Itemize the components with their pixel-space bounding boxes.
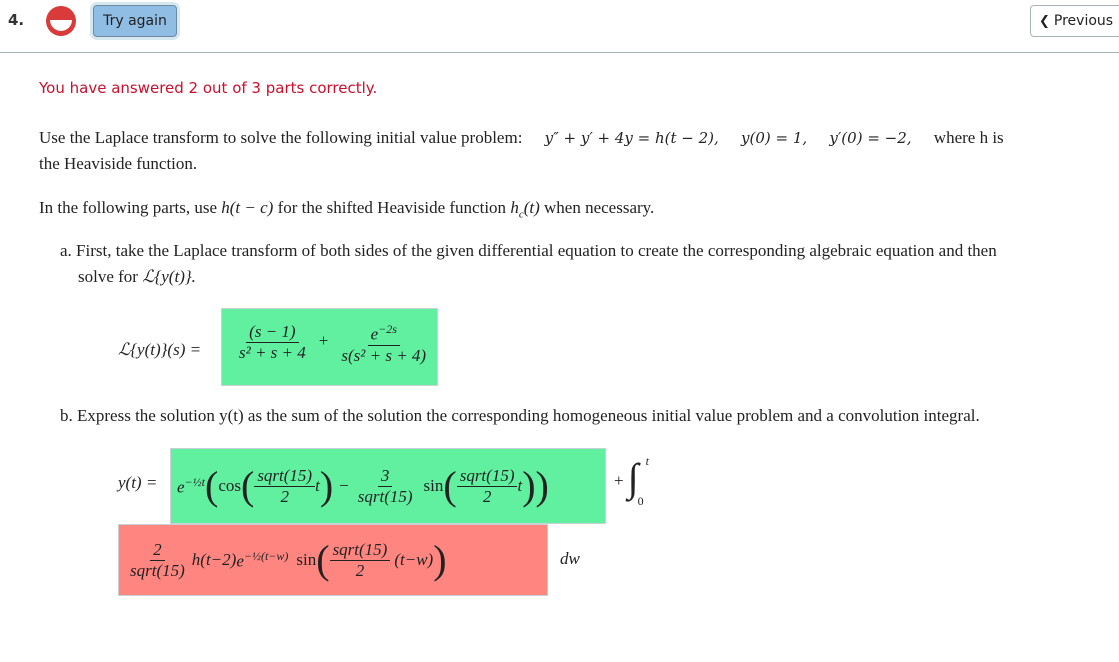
term1-numerator: (s − 1) bbox=[246, 322, 299, 343]
note-math-shifted: h(t − c) bbox=[221, 198, 274, 217]
part-a-prompt: a. First, take the Laplace transform of … bbox=[60, 238, 1110, 290]
integrand-answer-field[interactable]: 2 sqrt(15) h(t−2) e−½(t−w) sin ( sqrt(15… bbox=[118, 524, 548, 596]
where-text: where h is bbox=[933, 128, 1004, 147]
integrand-sin-arg-var: (t−w) bbox=[394, 550, 434, 569]
partial-score-icon bbox=[46, 6, 76, 36]
part-b-text: Express the solution y(t) as the sum of … bbox=[77, 406, 980, 425]
coef-den: sqrt(15) bbox=[357, 486, 413, 506]
term2-fraction: e−2s s(s² + s + 4) bbox=[338, 319, 429, 366]
cos-arg-den: 2 bbox=[280, 486, 289, 506]
convolution-integral: + ∫ t 0 bbox=[614, 454, 650, 508]
paren-open: ( bbox=[240, 463, 255, 508]
problem-statement: Use the Laplace transform to solve the f… bbox=[39, 125, 1099, 177]
integrand-sin-arg-num: sqrt(15) bbox=[329, 540, 391, 561]
differential-dw: dw bbox=[560, 549, 580, 568]
exp-term: e−½t bbox=[177, 475, 205, 498]
term2-base: e bbox=[370, 324, 379, 344]
coef-num: 3 bbox=[377, 466, 393, 487]
part-a-text: First, take the Laplace transform of bot… bbox=[76, 241, 997, 260]
paren-open: ( bbox=[443, 463, 457, 508]
problem-intro: Use the Laplace transform to solve the f… bbox=[39, 128, 523, 147]
integrand-coef-den: sqrt(15) bbox=[130, 560, 185, 580]
part-b-prompt: b. Express the solution y(t) as the sum … bbox=[60, 403, 1110, 429]
integrand-exp-power: −½(t−w) bbox=[243, 548, 289, 563]
hc-base: h bbox=[510, 198, 519, 217]
integrand-coef-num: 2 bbox=[150, 540, 165, 561]
differential-equation: y″ + y′ + 4y = h(t − 2), bbox=[544, 129, 719, 147]
initial-condition-1: y(0) = 1, bbox=[741, 129, 808, 147]
try-again-label: Try again bbox=[103, 13, 167, 29]
integrand-coef-fraction: 2 sqrt(15) bbox=[127, 540, 188, 581]
term2-denominator: s(s² + s + 4) bbox=[341, 345, 427, 365]
paren-close: ) bbox=[319, 463, 334, 508]
coef-fraction: 3 sqrt(15) bbox=[355, 466, 416, 507]
paren-open: ( bbox=[316, 537, 330, 582]
part-b-lhs: y(t) = bbox=[118, 473, 158, 492]
sin-arg-den: 2 bbox=[482, 486, 492, 506]
question-header: 4. Try again ❮ Previous bbox=[0, 0, 1119, 53]
term1-denominator: s² + s + 4 bbox=[239, 342, 306, 362]
paren-close: ) bbox=[433, 537, 447, 582]
problem-line2: the Heaviside function. bbox=[39, 154, 198, 173]
paren-close: )) bbox=[522, 463, 549, 508]
paren-open: ( bbox=[204, 463, 219, 508]
note-prefix: In the following parts, use bbox=[39, 198, 217, 217]
exp-base: e bbox=[177, 477, 185, 497]
part-a-label: a. bbox=[60, 241, 72, 260]
note-suffix: when necessary. bbox=[544, 198, 655, 217]
note-math-hc: hc(t) bbox=[510, 198, 540, 220]
integrand-heaviside: h(t−2) bbox=[191, 550, 237, 569]
cos-label: cos bbox=[218, 476, 241, 495]
part-a-lhs: ℒ{y(t)}(s) = bbox=[118, 340, 202, 359]
cos-arg-num: sqrt(15) bbox=[254, 466, 316, 487]
integrand-sin-arg-den: 2 bbox=[355, 560, 365, 580]
try-again-button[interactable]: Try again bbox=[93, 5, 177, 37]
integrand-exp-base: e bbox=[236, 551, 244, 571]
integral-lower: 0 bbox=[637, 494, 644, 508]
sin-arg-fraction: sqrt(15) 2 bbox=[456, 466, 518, 507]
previous-label: Previous bbox=[1053, 13, 1114, 29]
minus-sign: − bbox=[339, 476, 349, 495]
integrand-exp: e−½(t−w) bbox=[236, 549, 288, 572]
term2-exponent: −2s bbox=[378, 322, 397, 336]
initial-condition-2: y′(0) = −2, bbox=[829, 129, 912, 147]
integral-upper: t bbox=[645, 454, 649, 468]
plus-sign: + bbox=[318, 331, 329, 350]
hc-arg: (t) bbox=[523, 198, 540, 217]
previous-button[interactable]: ❮ Previous bbox=[1030, 5, 1119, 37]
cos-arg-fraction: sqrt(15) 2 bbox=[254, 466, 316, 507]
integrand-sin-arg-fraction: sqrt(15) 2 bbox=[329, 540, 391, 581]
exp-power: −½t bbox=[184, 474, 205, 489]
score-status-message: You have answered 2 out of 3 parts corre… bbox=[39, 79, 378, 97]
part-b-label: b. bbox=[60, 406, 73, 425]
sin-label: sin bbox=[423, 476, 444, 495]
integral-symbol: ∫ bbox=[627, 455, 639, 500]
part-a-laplace: ℒ{y(t)}. bbox=[142, 267, 196, 286]
question-number: 4. bbox=[8, 11, 25, 29]
term1-fraction: (s − 1) s² + s + 4 bbox=[236, 322, 309, 363]
part-a-answer-field[interactable]: (s − 1) s² + s + 4 + e−2s s(s² + s + 4) bbox=[221, 308, 438, 386]
sin-arg-num: sqrt(15) bbox=[456, 466, 518, 487]
part-a-text-2: solve for bbox=[78, 267, 138, 286]
chevron-left-icon: ❮ bbox=[1039, 13, 1050, 29]
note-mid: for the shifted Heaviside function bbox=[277, 198, 507, 217]
integral-plus: + bbox=[614, 471, 624, 490]
integrand-sin-label: sin bbox=[296, 550, 317, 569]
heaviside-note: In the following parts, use h(t − c) for… bbox=[39, 195, 654, 227]
homogeneous-answer-field[interactable]: e−½t ( cos ( sqrt(15) 2 t ) − 3 sqrt(15)… bbox=[170, 448, 606, 524]
